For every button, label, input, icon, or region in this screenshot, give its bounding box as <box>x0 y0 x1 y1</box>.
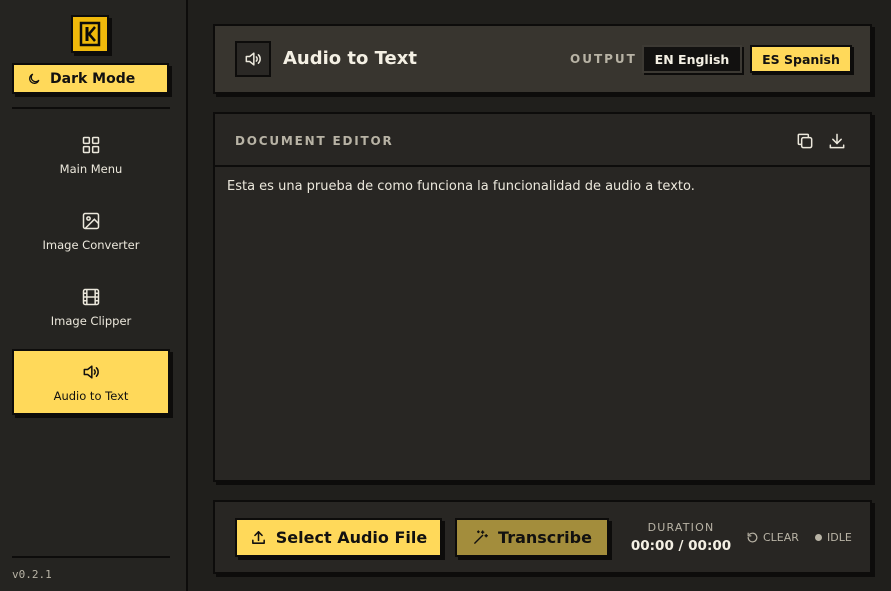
sidebar-item-image-converter[interactable]: Image Converter <box>12 198 170 264</box>
sidebar-item-image-clipper[interactable]: Image Clipper <box>12 274 170 340</box>
select-audio-file-button[interactable]: Select Audio File <box>235 518 442 557</box>
clear-button[interactable]: CLEAR <box>746 531 799 544</box>
language-english-button[interactable]: EN English <box>642 45 742 73</box>
status-label: IDLE <box>827 531 852 544</box>
language-spanish-button[interactable]: ES Spanish <box>750 45 852 73</box>
app-logo[interactable] <box>71 15 109 53</box>
sidebar-divider <box>12 556 170 558</box>
speaker-icon <box>235 41 271 77</box>
duration-label: DURATION <box>647 521 715 534</box>
sidebar-item-label: Image Converter <box>42 237 140 252</box>
upload-icon <box>251 531 265 544</box>
editor-title: DOCUMENT EDITOR <box>235 134 394 148</box>
sidebar: Dark Mode Main Menu Image Converter Imag… <box>0 0 188 591</box>
output-label: OUTPUT <box>570 52 637 66</box>
logo-icon <box>79 21 101 47</box>
document-editor: DOCUMENT EDITOR Esta es una prueba de co… <box>213 112 872 482</box>
status-dot-icon <box>815 534 822 541</box>
sidebar-item-label: Image Clipper <box>50 313 132 328</box>
editor-textarea[interactable]: Esta es una prueba de como funciona la f… <box>227 178 858 470</box>
controls-bar: Select Audio File Transcribe DURATION 00… <box>213 500 872 574</box>
duration-value: 00:00 / 00:00 <box>630 538 732 554</box>
sidebar-item-label: Main Menu <box>59 161 123 176</box>
transcribe-button[interactable]: Transcribe <box>455 518 609 557</box>
page-title: Audio to Text <box>283 48 417 69</box>
dark-mode-label: Dark Mode <box>50 70 136 87</box>
reset-icon <box>747 532 758 543</box>
sidebar-item-main-menu[interactable]: Main Menu <box>12 122 170 188</box>
copy-icon[interactable] <box>795 131 815 151</box>
sidebar-item-audio-to-text[interactable]: Audio to Text <box>12 349 170 415</box>
dark-mode-toggle[interactable]: Dark Mode <box>12 63 169 94</box>
download-icon[interactable] <box>827 131 847 151</box>
transcribe-label: Transcribe <box>498 528 592 547</box>
film-icon <box>82 288 100 305</box>
grid-icon <box>82 136 100 153</box>
clear-label: CLEAR <box>763 531 799 544</box>
page-header: Audio to Text OUTPUT EN English ES Spani… <box>213 24 872 94</box>
magic-wand-icon <box>474 530 488 544</box>
sidebar-item-label: Audio to Text <box>53 388 129 403</box>
moon-icon <box>29 73 40 84</box>
select-audio-file-label: Select Audio File <box>275 528 428 547</box>
editor-header: DOCUMENT EDITOR <box>215 114 870 167</box>
version-label: v0.2.1 <box>12 568 52 581</box>
status-indicator: IDLE <box>815 531 852 544</box>
image-icon <box>82 212 100 229</box>
speaker-icon <box>83 364 99 379</box>
sidebar-divider <box>12 107 170 109</box>
